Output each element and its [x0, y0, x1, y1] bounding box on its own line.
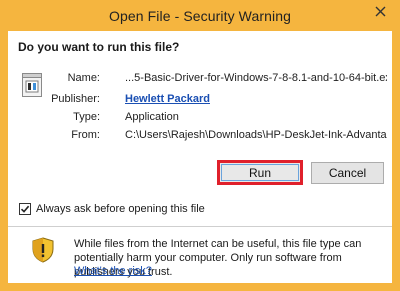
checkmark-icon	[20, 205, 30, 213]
shield-warning-icon	[32, 237, 54, 263]
run-button-label: Run	[221, 164, 299, 181]
dialog-question: Do you want to run this file?	[18, 40, 180, 54]
run-button[interactable]: Run	[217, 160, 303, 185]
window-title: Open File - Security Warning	[108, 8, 291, 24]
publisher-label: Publisher:	[51, 93, 100, 105]
name-value: ...5-Basic-Driver-for-Windows-7-8-8.1-an…	[125, 72, 387, 84]
whats-the-risk-link[interactable]: What's the risk?	[74, 265, 152, 277]
always-ask-label[interactable]: Always ask before opening this file	[36, 203, 205, 215]
close-button[interactable]	[360, 0, 400, 22]
close-icon	[375, 6, 385, 16]
type-value: Application	[125, 111, 179, 123]
dialog-body: Do you want to run this file? Name: ...5…	[8, 31, 392, 283]
title-bar[interactable]: Open File - Security Warning	[0, 0, 400, 31]
from-value: C:\Users\Rajesh\Downloads\HP-DeskJet-Ink…	[125, 129, 387, 141]
type-label: Type:	[73, 111, 100, 123]
name-label: Name:	[67, 72, 100, 84]
security-warning-dialog: Open File - Security Warning Do you want…	[0, 0, 400, 291]
from-label: From:	[71, 129, 100, 141]
publisher-link[interactable]: Hewlett Packard	[125, 93, 210, 105]
cancel-button[interactable]: Cancel	[311, 162, 384, 184]
always-ask-checkbox[interactable]	[19, 203, 31, 215]
divider	[8, 226, 392, 227]
